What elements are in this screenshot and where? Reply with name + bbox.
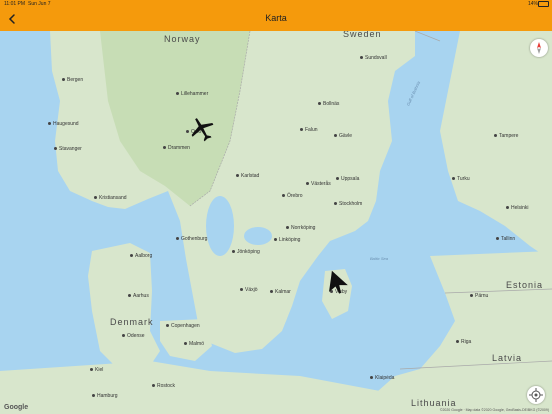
city-haugesund: Haugesund [48, 121, 79, 127]
locate-me-button[interactable] [527, 386, 545, 404]
city-kristiansand: Kristiansand [94, 195, 127, 201]
google-logo: Google [4, 404, 29, 411]
city-rostock: Rostock [152, 383, 175, 389]
city-jonkoping: Jönköping [232, 249, 260, 255]
label-lithuania: Lithuania [411, 398, 457, 408]
city-hamburg: Hamburg [92, 393, 118, 399]
label-estonia: Estonia [506, 280, 544, 290]
map-canvas [0, 31, 552, 414]
battery-icon [538, 1, 549, 7]
city-bergen: Bergen [62, 77, 83, 83]
label-baltic-sea: Baltic Sea [370, 256, 389, 261]
map-view[interactable]: Norway Sweden Denmark Estonia Latvia Lit… [0, 31, 552, 414]
city-stavanger: Stavanger [54, 146, 82, 152]
city-kalmar: Kalmar [270, 289, 291, 295]
battery-percent: 14% [527, 1, 538, 7]
status-bar: 11:01 PM Sun Jun 7 14% [0, 0, 552, 8]
city-aalborg: Aalborg [130, 253, 152, 259]
city-falun: Falun [300, 127, 318, 133]
city-klaipeda: Klaipėda [370, 375, 394, 381]
status-time: 11:01 PM [4, 1, 26, 7]
label-sweden: Sweden [343, 31, 382, 39]
location-target-icon [529, 388, 543, 402]
city-uppsala: Uppsala [336, 176, 359, 182]
city-vasteras: Västerås [306, 181, 331, 187]
status-date: Sun Jun 7 [28, 1, 51, 7]
city-drammen: Drammen [163, 145, 190, 151]
city-tallinn: Tallinn [496, 236, 515, 242]
city-aarhus: Aarhus [128, 293, 149, 299]
label-latvia: Latvia [492, 353, 523, 363]
nav-bar: Karta [0, 8, 552, 31]
city-norrkoping: Norrköping [286, 225, 315, 231]
city-orebro: Örebro [282, 193, 303, 199]
city-odense: Odense [122, 333, 145, 339]
compass-icon [537, 42, 541, 54]
city-tampere: Tampere [494, 133, 518, 139]
city-stockholm: Stockholm [334, 201, 362, 207]
page-title: Karta [265, 13, 287, 23]
city-gothenburg: Gothenburg [176, 236, 207, 242]
city-sundsvall: Sundsvall [360, 55, 387, 61]
city-vaxjo: Växjö [240, 287, 258, 293]
city-bollnas: Bollnäs [318, 101, 339, 107]
label-denmark: Denmark [110, 317, 154, 327]
city-helsinki: Helsinki [506, 205, 529, 211]
city-parnu: Pärnu [470, 293, 488, 299]
city-karlstad: Karlstad [236, 173, 259, 179]
city-gavle: Gävle [334, 133, 352, 139]
city-linkoping: Linköping [274, 237, 300, 243]
map-attribution[interactable]: ©2020 Google · Map data ©2020 Google, Ge… [440, 408, 549, 412]
compass-button[interactable] [530, 39, 548, 57]
city-kiel: Kiel [90, 367, 103, 373]
airplane-icon-2[interactable] [324, 269, 348, 295]
label-norway: Norway [164, 34, 201, 44]
city-copenhagen: Copenhagen [166, 323, 200, 329]
city-malmo: Malmö [184, 341, 204, 347]
city-turku: Turku [452, 176, 470, 182]
city-lillehammer: Lillehammer [176, 91, 208, 97]
city-riga: Riga [456, 339, 471, 345]
airplane-icon[interactable] [188, 115, 216, 143]
